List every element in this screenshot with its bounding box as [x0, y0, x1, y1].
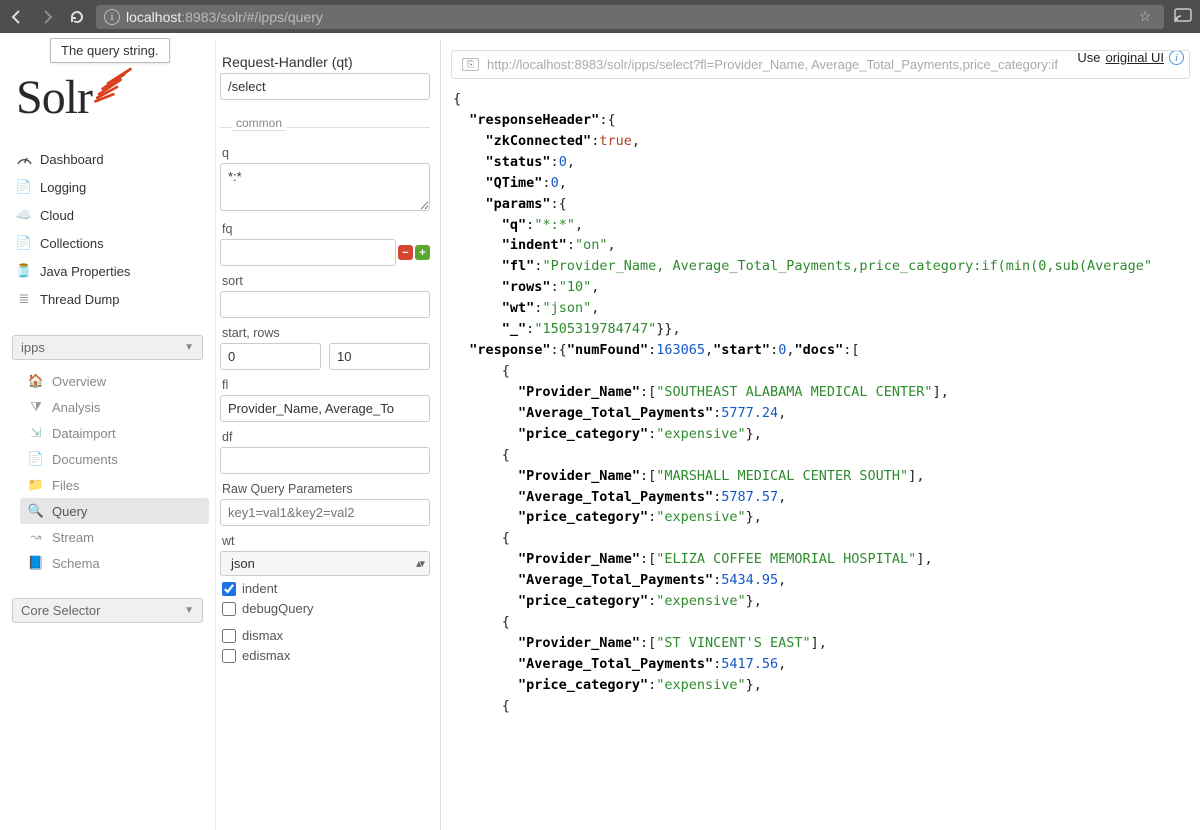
- chevron-down-icon: ▼: [184, 605, 194, 616]
- sidebar-sub-overview[interactable]: 🏠Overview: [20, 368, 209, 394]
- label-dismax: dismax: [242, 628, 283, 643]
- core-selector-dropdown[interactable]: Core Selector ▼: [12, 598, 203, 623]
- home-icon: 🏠: [28, 373, 44, 389]
- bookmark-star-icon[interactable]: ☆: [1134, 8, 1156, 25]
- funnel-icon: ⧩: [28, 399, 44, 415]
- query-form: Request-Handler (qt) common q *:* fq − +…: [216, 40, 441, 830]
- input-fl[interactable]: [220, 395, 430, 422]
- chevron-down-icon: ▼: [184, 342, 194, 353]
- label-fl: fl: [222, 378, 430, 392]
- core-select-ipps[interactable]: ipps ▼: [12, 335, 203, 360]
- address-bar[interactable]: i localhost:8983/solr/#/ipps/query ☆: [96, 5, 1164, 29]
- label-raw-params: Raw Query Parameters: [222, 482, 430, 496]
- result-url: http://localhost:8983/solr/ipps/select?f…: [487, 57, 1058, 72]
- solr-logo-icon: [90, 60, 135, 105]
- link-icon: ⎘: [462, 58, 479, 71]
- label-indent: indent: [242, 581, 277, 596]
- sidebar-sub-dataimport[interactable]: ⇲Dataimport: [20, 420, 209, 446]
- label-q: q: [222, 146, 430, 160]
- checkbox-indent[interactable]: [222, 582, 236, 596]
- sidebar-sub-files[interactable]: 📁Files: [20, 472, 209, 498]
- fq-remove-button[interactable]: −: [398, 245, 413, 260]
- schema-icon: 📘: [28, 555, 44, 571]
- solr-logo: Solr: [6, 50, 209, 145]
- sidebar-sub-documents[interactable]: 📄Documents: [20, 446, 209, 472]
- doc-icon: 📄: [28, 451, 44, 467]
- input-q[interactable]: *:*: [220, 163, 430, 211]
- label-df: df: [222, 430, 430, 444]
- import-icon: ⇲: [28, 425, 44, 441]
- sidebar: Solr Dashboard📄Logging☁️Cloud📄Collection…: [0, 40, 216, 830]
- browser-toolbar: i localhost:8983/solr/#/ipps/query ☆: [0, 0, 1200, 33]
- input-rows[interactable]: [329, 343, 430, 370]
- sidebar-sub-analysis[interactable]: ⧩Analysis: [20, 394, 209, 420]
- thread-icon: ≣: [16, 291, 32, 307]
- input-sort[interactable]: [220, 291, 430, 318]
- sidebar-sub-query[interactable]: 🔍Query: [20, 498, 209, 524]
- folder-icon: 📁: [28, 477, 44, 493]
- reload-button[interactable]: [66, 6, 88, 28]
- sidebar-sub-stream[interactable]: ↝Stream: [20, 524, 209, 550]
- sidebar-item-java-properties[interactable]: 🫙Java Properties: [6, 257, 209, 285]
- back-button[interactable]: [6, 6, 28, 28]
- label-fq: fq: [222, 222, 430, 236]
- select-arrows-icon: ▴▾: [416, 557, 423, 570]
- input-df[interactable]: [220, 447, 430, 474]
- label-debugquery: debugQuery: [242, 601, 314, 616]
- group-common: common: [232, 116, 286, 131]
- search-icon: 🔍: [28, 503, 44, 519]
- result-url-box[interactable]: ⎘ http://localhost:8983/solr/ipps/select…: [451, 50, 1190, 79]
- sidebar-item-thread-dump[interactable]: ≣Thread Dump: [6, 285, 209, 313]
- sidebar-sub-schema[interactable]: 📘Schema: [20, 550, 209, 576]
- label-sort: sort: [222, 274, 430, 288]
- logging-icon: 📄: [16, 179, 32, 195]
- stream-icon: ↝: [28, 529, 44, 545]
- jar-icon: 🫙: [16, 263, 32, 279]
- sidebar-item-dashboard[interactable]: Dashboard: [6, 145, 209, 173]
- collections-icon: 📄: [16, 235, 32, 251]
- result-panel: ⎘ http://localhost:8983/solr/ipps/select…: [441, 40, 1200, 830]
- input-request-handler[interactable]: [220, 73, 430, 100]
- site-info-icon[interactable]: i: [104, 9, 120, 25]
- sidebar-item-cloud[interactable]: ☁️Cloud: [6, 201, 209, 229]
- fq-add-button[interactable]: +: [415, 245, 430, 260]
- input-raw-params[interactable]: [220, 499, 430, 526]
- label-wt: wt: [222, 534, 430, 548]
- cloud-icon: ☁️: [16, 207, 32, 223]
- cast-icon[interactable]: [1172, 8, 1194, 26]
- select-wt[interactable]: json ▴▾: [220, 551, 430, 576]
- sidebar-item-collections[interactable]: 📄Collections: [6, 229, 209, 257]
- json-response: { "responseHeader":{ "zkConnected":true,…: [451, 89, 1200, 717]
- label-request-handler: Request-Handler (qt): [222, 54, 430, 70]
- input-start[interactable]: [220, 343, 321, 370]
- checkbox-dismax[interactable]: [222, 629, 236, 643]
- checkbox-edismax[interactable]: [222, 649, 236, 663]
- dashboard-icon: [16, 151, 32, 167]
- label-edismax: edismax: [242, 648, 290, 663]
- sidebar-item-logging[interactable]: 📄Logging: [6, 173, 209, 201]
- forward-button[interactable]: [36, 6, 58, 28]
- url-text: localhost:8983/solr/#/ipps/query: [126, 9, 323, 25]
- label-start-rows: start, rows: [222, 326, 430, 340]
- input-fq[interactable]: [220, 239, 396, 266]
- checkbox-debugquery[interactable]: [222, 602, 236, 616]
